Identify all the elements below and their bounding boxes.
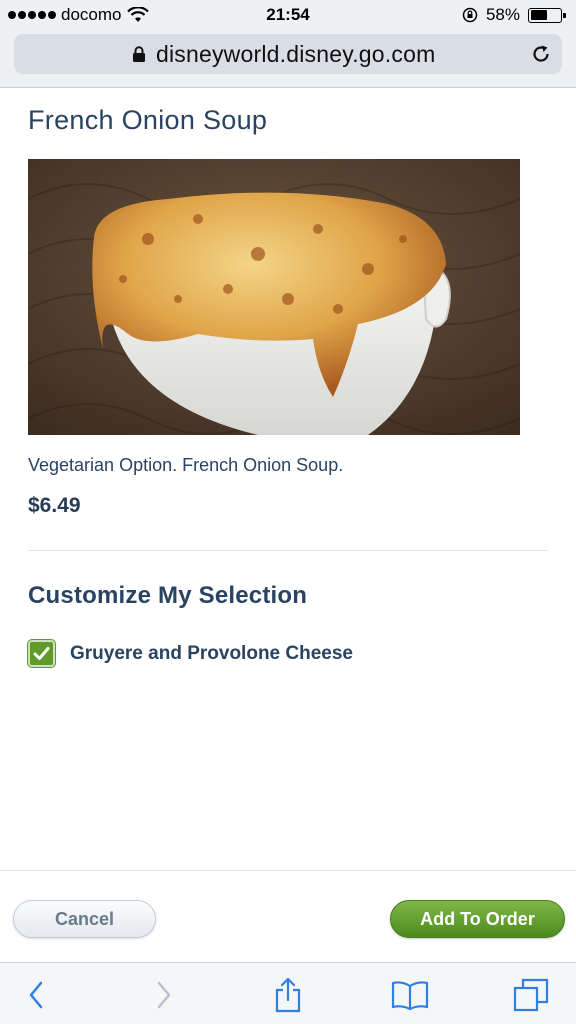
section-divider [28, 550, 548, 551]
bookmarks-icon[interactable] [390, 977, 430, 1013]
back-icon[interactable] [16, 977, 56, 1013]
battery-icon [528, 7, 566, 23]
option-label: Gruyere and Provolone Cheese [70, 642, 353, 664]
soup-image [28, 159, 520, 435]
customize-heading: Customize My Selection [28, 582, 308, 609]
option-gruyere-provolone[interactable]: Gruyere and Provolone Cheese [28, 640, 353, 667]
checkmark-icon [33, 647, 50, 660]
rotation-lock-icon [462, 7, 478, 23]
battery-percent: 58% [485, 5, 520, 24]
browser-address-area: disneyworld.disney.go.com [0, 30, 576, 88]
lock-icon [133, 46, 145, 62]
footer-divider [0, 870, 576, 871]
address-bar[interactable]: disneyworld.disney.go.com [14, 34, 562, 74]
add-to-order-button[interactable]: Add To Order [390, 900, 565, 938]
tabs-icon[interactable] [511, 977, 551, 1013]
item-title: French Onion Soup [28, 105, 268, 135]
status-bar: docomo 21:54 58% [0, 0, 576, 30]
item-description: Vegetarian Option. French Onion Soup. [28, 455, 344, 475]
url-text: disneyworld.disney.go.com [156, 41, 436, 67]
status-right: 58% [462, 5, 566, 25]
forward-icon[interactable] [144, 977, 184, 1013]
item-price: $6.49 [28, 494, 81, 517]
option-checkbox[interactable] [28, 640, 55, 667]
reload-icon[interactable] [530, 43, 552, 65]
battery-fill [530, 10, 548, 20]
item-photo [28, 159, 520, 435]
cancel-button[interactable]: Cancel [13, 900, 156, 938]
browser-toolbar [0, 962, 576, 1024]
share-icon[interactable] [268, 977, 308, 1013]
